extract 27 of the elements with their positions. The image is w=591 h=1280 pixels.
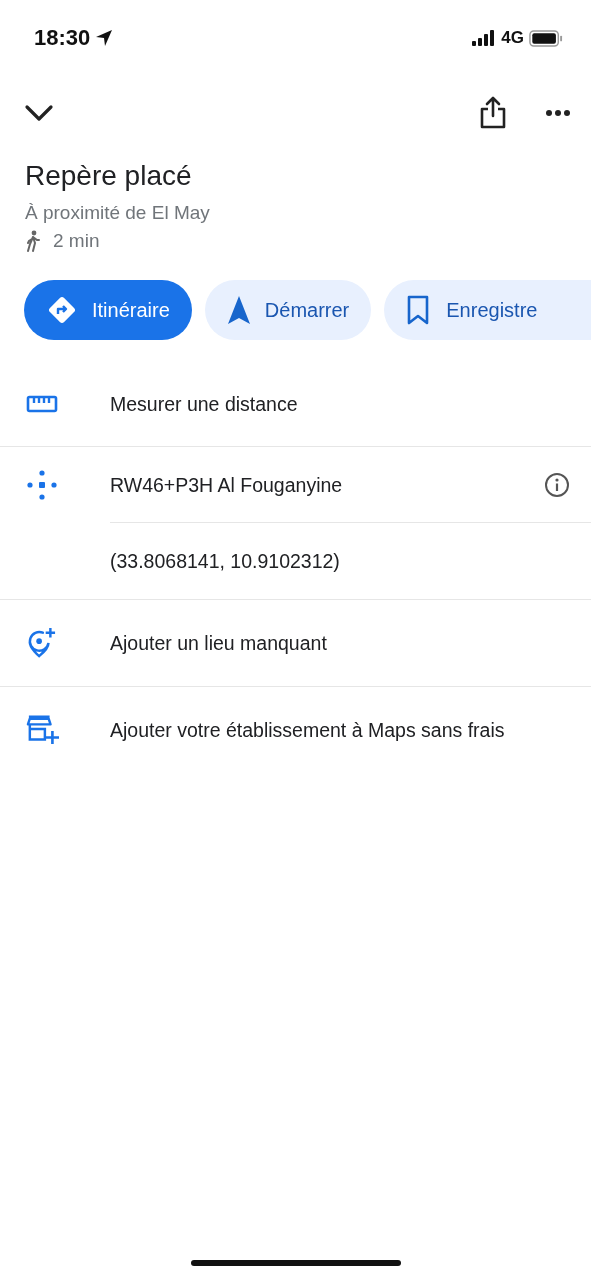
coordinates-text: (33.8068141, 10.9102312): [110, 549, 340, 573]
save-button[interactable]: Enregistre: [384, 280, 591, 340]
collapse-button[interactable]: [24, 103, 54, 123]
signal-icon: [472, 30, 497, 46]
more-options-button[interactable]: [545, 109, 571, 117]
walking-time: 2 min: [53, 230, 100, 252]
detail-item[interactable]: Ajouter un lieu manquant: [110, 631, 327, 655]
status-time: 18:30: [34, 25, 91, 51]
start-button[interactable]: Démarrer: [204, 280, 372, 340]
share-button[interactable]: [479, 96, 507, 130]
add-pin-icon: [26, 627, 56, 659]
place-title: Repère placé: [25, 160, 193, 192]
navigation-arrow-icon: [226, 295, 251, 325]
network-type: 4G: [501, 28, 524, 48]
location-arrow-icon: [94, 28, 115, 48]
place-subtitle: À proximité de El May: [25, 202, 211, 224]
directions-button[interactable]: Itinéraire: [24, 280, 192, 340]
battery-icon: [529, 29, 563, 47]
info-button[interactable]: [544, 472, 570, 498]
walking-person-icon: [25, 230, 41, 252]
bookmark-icon: [406, 295, 431, 325]
detail-item[interactable]: Mesurer une distance: [110, 392, 298, 416]
plus-code-icon: [26, 469, 58, 501]
ruler-icon: [26, 394, 58, 414]
add-store-icon: [26, 714, 60, 746]
detail-item[interactable]: Ajouter votre établissement à Maps sans frais: [110, 718, 505, 742]
plus-code-text: RW46+P3H Al Fouganyine: [110, 473, 343, 497]
